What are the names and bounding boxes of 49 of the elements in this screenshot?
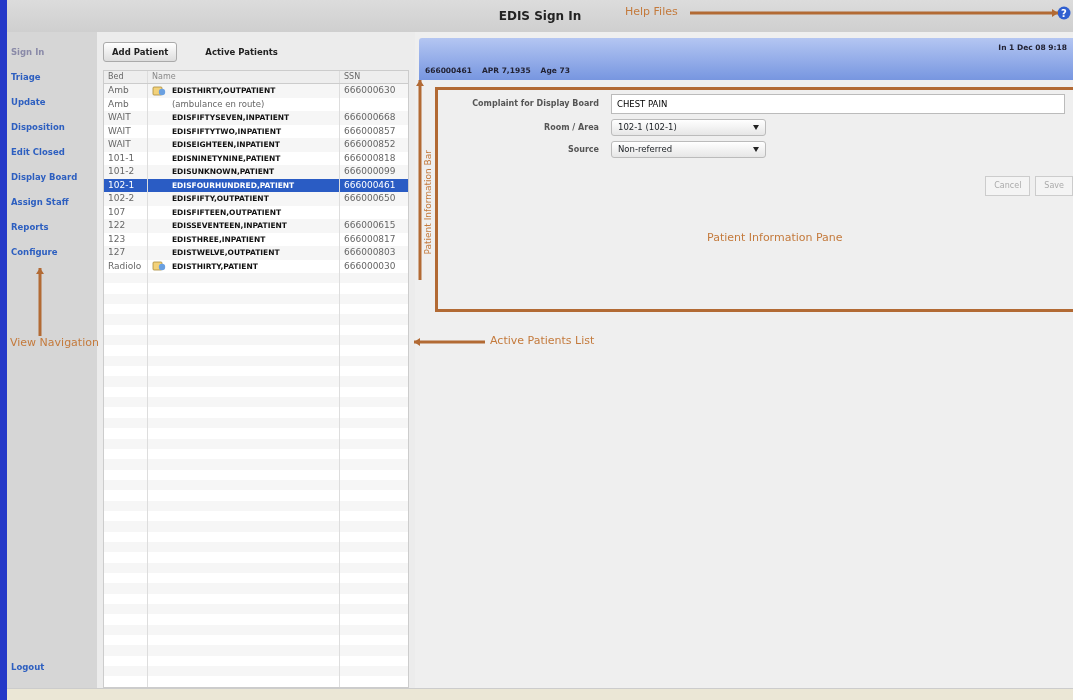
window-title: EDIS Sign In: [498, 8, 582, 25]
help-icon[interactable]: ?: [1057, 6, 1071, 20]
callout-label: Help Files: [625, 4, 678, 20]
table-cell: 122: [104, 219, 148, 233]
column-header: SSN: [343, 71, 362, 83]
table-cell-text: 666000852: [343, 138, 397, 151]
column-header: Name: [148, 71, 340, 83]
table-cell-text: 666000461: [343, 178, 397, 192]
table-cell-text: 666000817: [343, 232, 397, 246]
field-label: Room / Area: [543, 121, 599, 134]
table-cell: Amb: [104, 84, 148, 98]
table-cell-text: 666000668: [343, 111, 397, 124]
table-cell-text: 666000099: [343, 165, 397, 178]
nav-link[interactable]: Triage: [11, 65, 97, 90]
dropdown[interactable]: Non-referred: [611, 141, 766, 158]
patient-name: (ambulance en route): [172, 97, 265, 111]
dropdown[interactable]: 102-1 (102-1): [611, 119, 766, 136]
caret-icon[interactable]: [753, 125, 759, 130]
callout-label: Active Patients List: [490, 333, 595, 349]
table-cell-text: 666000650: [343, 192, 397, 205]
field-label: Source: [566, 143, 599, 156]
logout-link[interactable]: Logout: [11, 655, 97, 680]
nav-link[interactable]: Disposition: [11, 115, 97, 140]
callout-label: Patient Information Bar: [422, 150, 434, 255]
table-cell-text: 666000030: [343, 259, 397, 273]
add-patient-button[interactable]: Add Patient: [103, 41, 178, 63]
column-header: Bed: [104, 71, 148, 83]
text-field[interactable]: CHEST PAIN: [611, 94, 1065, 114]
nav-link[interactable]: Display Board: [11, 165, 97, 190]
table-cell-text: 666000630: [343, 84, 397, 97]
field-label: Complaint for Display Board: [471, 98, 599, 110]
nav-link[interactable]: Edit Closed: [11, 140, 97, 165]
table-cell: 101-2: [104, 165, 148, 179]
table-cell: WAIT: [104, 138, 148, 152]
table-cell: 127: [104, 246, 148, 260]
caret-icon[interactable]: [753, 147, 759, 152]
nav-link[interactable]: Assign Staff: [11, 190, 97, 215]
nav-link[interactable]: Reports: [11, 215, 97, 240]
panel-title: Active Patients: [205, 45, 278, 59]
table-cell-text: 666000803: [343, 246, 397, 259]
table-cell-text: 666000857: [343, 124, 397, 138]
nav-link[interactable]: Update: [11, 90, 97, 115]
table-cell-text: 666000818: [343, 151, 397, 165]
callout-label: Patient Information Pane: [707, 230, 843, 246]
callout-label: View Navigation: [10, 335, 99, 351]
table-cell-text: 666000615: [343, 219, 397, 232]
table-cell: 102-2: [104, 192, 148, 206]
nav-link[interactable]: Configure: [11, 240, 97, 265]
table-cell: WAIT: [104, 111, 148, 125]
